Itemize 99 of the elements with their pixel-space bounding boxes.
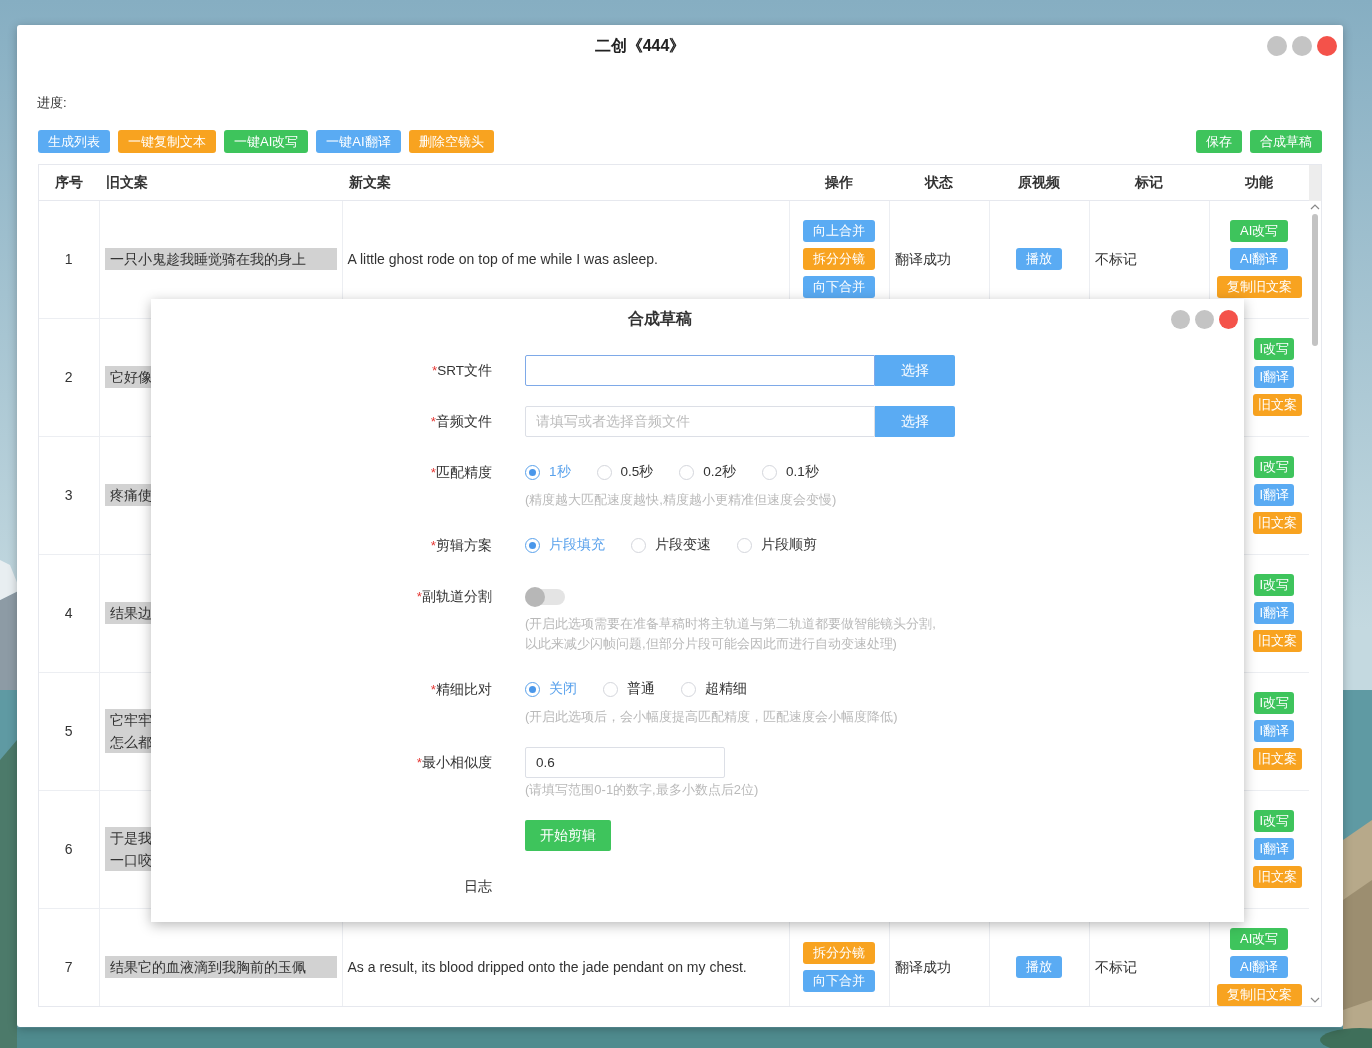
window-button[interactable]	[1171, 310, 1190, 329]
radio-option[interactable]: 0.5秒	[596, 462, 654, 483]
function-button[interactable]: I改写	[1254, 574, 1294, 596]
function-button[interactable]: I改写	[1254, 456, 1294, 478]
toolbar-button[interactable]: 一键AI翻译	[316, 130, 401, 153]
operation-button[interactable]: 拆分分镜	[803, 248, 875, 270]
toolbar-button[interactable]: 生成列表	[38, 130, 110, 153]
column-header: 标记	[1135, 173, 1163, 190]
field-label: *精细比对	[430, 682, 492, 697]
select-button[interactable]: 选择	[875, 355, 955, 386]
function-button[interactable]: 复制旧文案	[1216, 984, 1302, 1006]
radio-option[interactable]: 片段顺剪	[737, 535, 817, 556]
dialog-title: 合成草稿	[628, 309, 692, 329]
field-label: *音频文件	[430, 414, 492, 429]
column-header: 功能	[1245, 173, 1273, 190]
function-button[interactable]: I翻译	[1254, 720, 1294, 742]
function-button[interactable]: AI改写	[1230, 928, 1289, 950]
number-field[interactable]: 0.6	[525, 747, 725, 778]
toolbar-button[interactable]: 一键AI改写	[224, 130, 309, 153]
window-button[interactable]	[1195, 310, 1214, 329]
radio-option[interactable]: 普通	[603, 679, 655, 700]
hint-text: (精度越大匹配速度越快,精度越小更精准但速度会变慢)	[525, 491, 838, 509]
column-header: 操作	[825, 173, 853, 190]
function-button[interactable]: 旧文案	[1253, 512, 1302, 534]
column-header: 状态	[925, 173, 953, 190]
radio-option[interactable]: 0.1秒	[762, 462, 819, 483]
progress-label: 进度:	[37, 95, 67, 110]
row-number: 2	[64, 368, 73, 385]
field-label: *匹配精度	[430, 465, 492, 480]
old-text: 结果它的血液滴到我胸前的玉佩	[104, 956, 337, 978]
hint-text: (开启此选项需要在准备草稿时将主轨道与第二轨道都要做智能镜头分割,	[525, 615, 936, 633]
function-button[interactable]: I翻译	[1254, 602, 1294, 624]
scroll-up-icon[interactable]	[1310, 204, 1320, 210]
function-button[interactable]: 旧文案	[1253, 630, 1302, 652]
field-label: *最小相似度	[416, 755, 492, 770]
function-button[interactable]: 旧文案	[1253, 866, 1302, 888]
hint-text: (开启此选项后，会小幅度提高匹配精度，匹配速度会小幅度降低)	[525, 708, 898, 726]
radio-option[interactable]: 1秒	[525, 462, 571, 483]
operation-button[interactable]: 拆分分镜	[803, 942, 875, 964]
column-header: 原视频	[1018, 173, 1060, 190]
close-button[interactable]	[1219, 310, 1238, 329]
play-button[interactable]: 播放	[1016, 956, 1062, 978]
scroll-down-icon[interactable]	[1310, 997, 1320, 1003]
status-text: 翻译成功	[894, 958, 951, 975]
radio-option[interactable]: 片段变速	[631, 535, 711, 556]
mark-text: 不标记	[1094, 958, 1137, 975]
field-label: *剪辑方案	[430, 538, 492, 553]
function-button[interactable]: AI改写	[1230, 220, 1289, 242]
mark-text: 不标记	[1094, 250, 1137, 267]
hint-text: (请填写范围0-1的数字,最多小数点后2位)	[525, 781, 759, 799]
operation-button[interactable]: 向下合并	[803, 970, 875, 992]
function-button[interactable]: I改写	[1254, 338, 1294, 360]
field-label: *SRT文件	[431, 363, 492, 378]
function-button[interactable]: I翻译	[1254, 838, 1294, 860]
column-header: 旧文案	[106, 173, 148, 190]
window-title: 二创《444》	[594, 36, 686, 56]
function-button[interactable]: I改写	[1254, 810, 1294, 832]
function-button[interactable]: I改写	[1254, 692, 1294, 714]
window-button[interactable]	[1267, 36, 1287, 56]
play-button[interactable]: 播放	[1016, 248, 1062, 270]
radio-option[interactable]: 0.2秒	[679, 462, 737, 483]
field-label: 日志	[464, 879, 492, 894]
operation-button[interactable]: 向下合并	[803, 276, 875, 298]
toggle-switch[interactable]	[525, 588, 565, 605]
start-button[interactable]: 开始剪辑	[525, 820, 611, 851]
toolbar-button[interactable]: 一键复制文本	[118, 130, 216, 153]
function-button[interactable]: 旧文案	[1253, 394, 1302, 416]
toolbar-button[interactable]: 删除空镜头	[408, 130, 494, 153]
row-number: 7	[64, 958, 73, 975]
function-button[interactable]: 复制旧文案	[1216, 276, 1302, 298]
function-button[interactable]: I翻译	[1254, 366, 1294, 388]
toolbar-button[interactable]: 合成草稿	[1250, 130, 1322, 153]
column-header: 新文案	[349, 173, 391, 190]
function-button[interactable]: AI翻译	[1230, 248, 1289, 270]
scrollbar-thumb[interactable]	[1312, 214, 1318, 346]
hint-text: 以此来减少闪帧问题,但部分片段可能会因此而进行自动变速处理)	[525, 635, 898, 653]
radio-option[interactable]: 片段填充	[525, 535, 605, 556]
operation-button[interactable]: 向上合并	[803, 220, 875, 242]
row-number: 3	[64, 486, 73, 503]
toolbar-button[interactable]: 保存	[1196, 130, 1242, 153]
window-button[interactable]	[1292, 36, 1312, 56]
status-text: 翻译成功	[894, 250, 951, 267]
function-button[interactable]: AI翻译	[1230, 956, 1289, 978]
select-button[interactable]: 选择	[875, 406, 955, 437]
radio-option[interactable]: 关闭	[525, 679, 577, 700]
radio-option[interactable]: 超精细	[681, 679, 747, 700]
old-text: 一只小鬼趁我睡觉骑在我的身上	[104, 248, 337, 270]
new-text: A little ghost rode on top of me while I was asleep.	[347, 250, 658, 267]
row-number: 4	[64, 604, 73, 621]
file-path-field[interactable]	[525, 355, 875, 386]
field-label: *副轨道分割	[416, 589, 492, 604]
row-number: 5	[64, 722, 73, 739]
row-number: 6	[64, 840, 73, 857]
column-header: 序号	[55, 173, 83, 190]
close-button[interactable]	[1317, 36, 1337, 56]
function-button[interactable]: 旧文案	[1253, 748, 1302, 770]
row-number: 1	[64, 250, 73, 267]
new-text: As a result, its blood dripped onto the jade pendant on my chest.	[347, 958, 747, 975]
function-button[interactable]: I翻译	[1254, 484, 1294, 506]
